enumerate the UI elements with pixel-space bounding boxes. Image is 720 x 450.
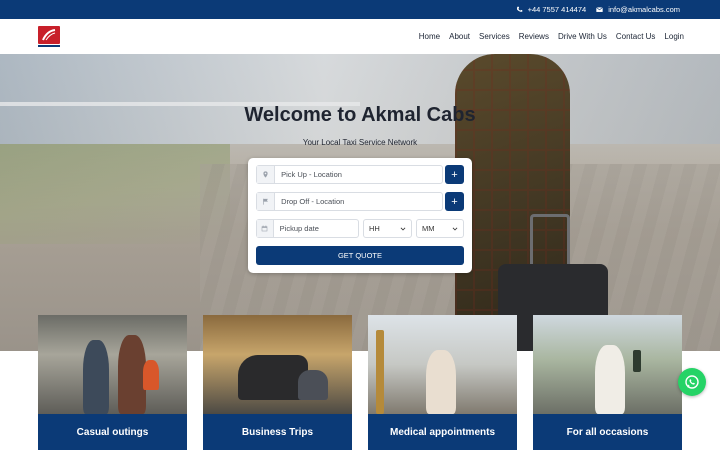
dropoff-field[interactable] bbox=[256, 192, 443, 211]
main-nav: Home About Services Reviews Drive With U… bbox=[419, 32, 684, 41]
card-caption: Casual outings bbox=[38, 414, 187, 450]
photo-figure bbox=[426, 350, 456, 414]
email-address: info@akmalcabs.com bbox=[608, 5, 680, 14]
pickup-row: + bbox=[256, 165, 464, 184]
whatsapp-icon bbox=[685, 375, 699, 389]
navbar: Home About Services Reviews Drive With U… bbox=[0, 19, 720, 54]
calendar-icon bbox=[257, 220, 274, 237]
chevron-down-icon bbox=[400, 227, 406, 230]
date-input[interactable] bbox=[273, 224, 358, 233]
photo-figure bbox=[595, 345, 625, 414]
nav-login[interactable]: Login bbox=[664, 32, 684, 41]
logo-underline bbox=[38, 44, 60, 47]
nav-home[interactable]: Home bbox=[419, 32, 440, 41]
plus-icon: + bbox=[451, 168, 458, 181]
photo-backpack bbox=[143, 360, 159, 390]
for-all-occasions-photo bbox=[533, 315, 682, 414]
suitcase-handle bbox=[530, 214, 570, 269]
photo-figure bbox=[83, 340, 109, 414]
email-contact[interactable]: info@akmalcabs.com bbox=[596, 5, 680, 14]
flag-icon bbox=[257, 193, 276, 210]
whatsapp-chat-button[interactable] bbox=[678, 368, 706, 396]
akmal-cabs-logo[interactable] bbox=[38, 25, 60, 48]
datetime-row: HH MM bbox=[256, 219, 464, 238]
phone-icon bbox=[516, 6, 522, 12]
dropoff-row: + bbox=[256, 192, 464, 211]
card-medical-appointments[interactable]: Medical appointments bbox=[368, 315, 517, 450]
pickup-input[interactable] bbox=[275, 170, 442, 179]
photo-sign-pole bbox=[376, 330, 384, 414]
card-caption: Medical appointments bbox=[368, 414, 517, 450]
nav-drive-with-us[interactable]: Drive With Us bbox=[558, 32, 607, 41]
hero-background-station bbox=[0, 54, 720, 144]
get-quote-button[interactable]: GET QUOTE bbox=[256, 246, 464, 265]
dropoff-input[interactable] bbox=[275, 197, 442, 206]
card-business-trips[interactable]: Business Trips bbox=[203, 315, 352, 450]
location-pin-icon bbox=[257, 166, 276, 183]
nav-about[interactable]: About bbox=[449, 32, 470, 41]
logo-road-icon bbox=[42, 28, 56, 40]
date-field[interactable] bbox=[256, 219, 359, 238]
add-pickup-button[interactable]: + bbox=[445, 165, 464, 184]
nav-reviews[interactable]: Reviews bbox=[519, 32, 549, 41]
hour-value: HH bbox=[369, 224, 380, 233]
card-casual-outings[interactable]: Casual outings bbox=[38, 315, 187, 450]
card-caption: For all occasions bbox=[533, 414, 682, 450]
contact-bar: +44 7557 414474 info@akmalcabs.com bbox=[0, 0, 720, 19]
chevron-down-icon bbox=[452, 227, 458, 230]
nav-contact-us[interactable]: Contact Us bbox=[616, 32, 656, 41]
card-for-all-occasions[interactable]: For all occasions bbox=[533, 315, 682, 450]
phone-contact[interactable]: +44 7557 414474 bbox=[516, 5, 587, 14]
card-caption: Business Trips bbox=[203, 414, 352, 450]
phone-number: +44 7557 414474 bbox=[527, 5, 587, 14]
hour-select[interactable]: HH bbox=[363, 219, 412, 238]
hero-background-grass bbox=[0, 144, 230, 244]
casual-outings-photo bbox=[38, 315, 187, 414]
envelope-icon bbox=[596, 7, 604, 12]
add-dropoff-button[interactable]: + bbox=[445, 192, 464, 211]
nav-services[interactable]: Services bbox=[479, 32, 510, 41]
photo-traffic-light bbox=[633, 350, 641, 372]
quote-form: + + HH MM GET QUOTE bbox=[248, 158, 472, 273]
minute-select[interactable]: MM bbox=[416, 219, 464, 238]
plus-icon: + bbox=[451, 195, 458, 208]
medical-appointments-photo bbox=[368, 315, 517, 414]
photo-bag bbox=[298, 370, 328, 400]
pickup-field[interactable] bbox=[256, 165, 443, 184]
business-trips-photo bbox=[203, 315, 352, 414]
minute-value: MM bbox=[422, 224, 435, 233]
hero-title: Welcome to Akmal Cabs bbox=[244, 104, 476, 126]
hero-subtitle: Your Local Taxi Service Network bbox=[302, 138, 418, 147]
service-cards: Casual outings Business Trips Medical ap… bbox=[38, 315, 682, 450]
photo-figure bbox=[118, 335, 146, 414]
